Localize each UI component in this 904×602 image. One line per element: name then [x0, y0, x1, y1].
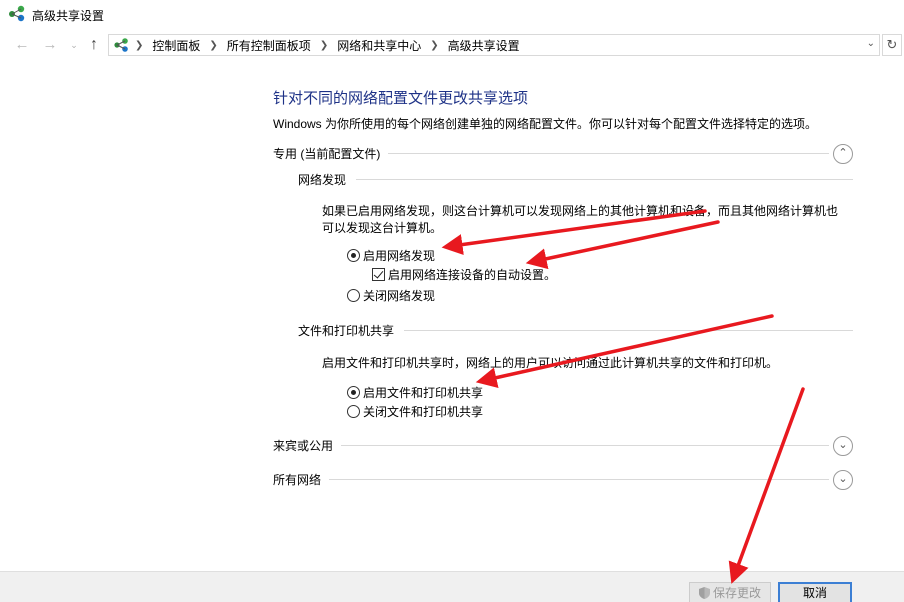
auto-setup-checkbox[interactable]: 启用网络连接设备的自动设置。 — [372, 266, 556, 282]
enable-network-discovery-label[interactable]: 启用网络发现 — [363, 247, 435, 264]
footer-bar: 保存更改 取消 — [0, 571, 904, 602]
chevron-down-icon[interactable]: ⌄ — [833, 436, 853, 456]
breadcrumb-item[interactable]: 所有控制面板项 — [227, 37, 311, 54]
navigation-bar: ← → ⌄ ↑ ❯ 控制面板 ❯ 所有控制面板项 ❯ 网络和共享中心 ❯ 高级共… — [0, 30, 904, 60]
enable-file-printer-sharing-label[interactable]: 启用文件和打印机共享 — [363, 384, 483, 401]
save-changes-button[interactable]: 保存更改 — [689, 582, 771, 602]
network-app-icon — [9, 5, 25, 22]
page-title: 针对不同的网络配置文件更改共享选项 — [273, 90, 529, 107]
annotation-arrow — [525, 220, 720, 270]
auto-setup-label[interactable]: 启用网络连接设备的自动设置。 — [388, 266, 556, 283]
breadcrumb-item[interactable]: 高级共享设置 — [448, 37, 520, 54]
profile-section-all-networks[interactable]: 所有网络 ⌄ — [273, 470, 853, 490]
divider — [273, 479, 829, 480]
file-printer-sharing-heading: 文件和打印机共享 — [298, 322, 405, 339]
breadcrumb-separator-icon[interactable]: ❯ — [430, 40, 438, 51]
disable-file-printer-sharing-label[interactable]: 关闭文件和打印机共享 — [363, 403, 483, 420]
disable-network-discovery-radio[interactable]: 关闭网络发现 — [347, 287, 435, 303]
profile-label[interactable]: 来宾或公用 — [273, 437, 342, 454]
radio-selected-icon[interactable] — [347, 385, 360, 399]
profile-section-private[interactable]: 专用 (当前配置文件) ⌃ — [273, 144, 853, 164]
disable-network-discovery-label[interactable]: 关闭网络发现 — [363, 287, 435, 304]
arrow-right-icon[interactable]: → — [40, 34, 60, 56]
profile-section-guest-public[interactable]: 来宾或公用 ⌄ — [273, 436, 853, 456]
breadcrumb-item[interactable]: 网络和共享中心 — [337, 37, 421, 54]
profile-label[interactable]: 所有网络 — [273, 471, 330, 488]
breadcrumb-separator-icon: ❯ — [135, 39, 144, 51]
divider — [298, 179, 853, 180]
address-bar[interactable]: ❯ 控制面板 ❯ 所有控制面板项 ❯ 网络和共享中心 ❯ 高级共享设置 ⌄ — [108, 34, 880, 56]
title-bar: 高级共享设置 — [0, 0, 904, 30]
radio-unselected-icon[interactable] — [347, 404, 360, 418]
network-discovery-text-line1: 如果已启用网络发现，则这台计算机可以发现网络上的其他计算机和设备，而且其他网络计… — [322, 204, 839, 218]
breadcrumb: ❯ 控制面板 ❯ 所有控制面板项 ❯ 网络和共享中心 ❯ 高级共享设置 — [135, 35, 520, 55]
chevron-down-icon[interactable]: ⌄ — [64, 34, 84, 56]
enable-network-discovery-radio[interactable]: 启用网络发现 — [347, 247, 435, 263]
network-discovery-text-line2: 可以发现这台计算机。 — [322, 221, 443, 235]
refresh-icon[interactable]: ↻ — [882, 34, 902, 56]
window-title: 高级共享设置 — [32, 9, 105, 23]
breadcrumb-separator-icon[interactable]: ❯ — [209, 40, 217, 51]
save-changes-label[interactable]: 保存更改 — [713, 586, 761, 600]
uac-shield-icon — [698, 587, 710, 599]
network-discovery-header: 网络发现 — [298, 171, 853, 188]
address-dropdown-icon[interactable]: ⌄ — [867, 38, 875, 49]
enable-file-printer-sharing-radio[interactable]: 启用文件和打印机共享 — [347, 384, 483, 400]
file-printer-sharing-text: 启用文件和打印机共享时，网络上的用户可以访问通过此计算机共享的文件和打印机。 — [322, 356, 779, 370]
arrow-up-icon[interactable]: ↑ — [84, 34, 104, 56]
chevron-down-icon[interactable]: ⌄ — [833, 470, 853, 490]
network-discovery-heading: 网络发现 — [298, 171, 357, 188]
cancel-button[interactable]: 取消 — [778, 582, 852, 602]
radio-unselected-icon[interactable] — [347, 288, 360, 302]
arrow-left-icon[interactable]: ← — [12, 34, 32, 56]
breadcrumb-item[interactable]: 控制面板 — [152, 37, 200, 54]
radio-selected-icon[interactable] — [347, 248, 360, 262]
file-printer-sharing-header: 文件和打印机共享 — [298, 322, 853, 339]
checkbox-checked-icon[interactable] — [372, 267, 385, 281]
network-location-icon — [114, 38, 128, 52]
profile-label[interactable]: 专用 (当前配置文件) — [273, 145, 389, 162]
chevron-up-icon[interactable]: ⌃ — [833, 144, 853, 164]
breadcrumb-separator-icon[interactable]: ❯ — [320, 40, 328, 51]
divider — [273, 445, 829, 446]
page-description: Windows 为你所使用的每个网络创建单独的网络配置文件。你可以针对每个配置文… — [273, 117, 818, 131]
disable-file-printer-sharing-radio[interactable]: 关闭文件和打印机共享 — [347, 403, 483, 419]
